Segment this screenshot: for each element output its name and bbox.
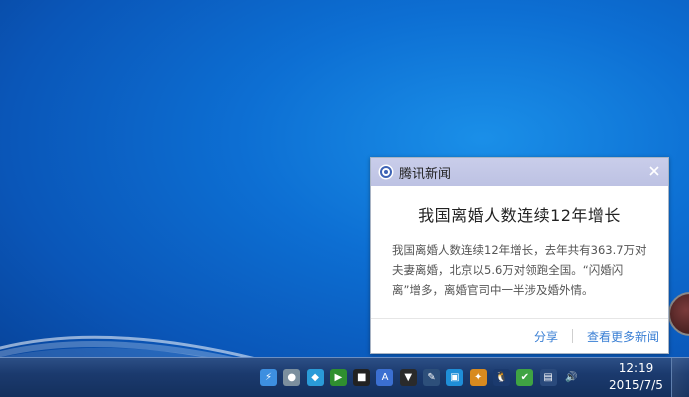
network-drive-icon[interactable]: ▣ [446,369,464,386]
news-notification-popup: 腾讯新闻 我国离婚人数连续12年增长 我国离婚人数连续12年增长，去年共有363… [370,157,669,354]
news-summary[interactable]: 我国离婚人数连续12年增长，去年共有363.7万对夫妻离婚，北京以5.6万对领跑… [392,240,652,300]
popup-footer: 分享 查看更多新闻 [371,318,668,353]
anti-virus-icon[interactable]: A [376,369,394,386]
feather-icon[interactable]: ✎ [423,369,441,386]
taskbar: ⚡ ● ◆ ▶ ■ A ▼ ✎ ▣ ✦ 🐧 ✔ ▤ 🔊 12:19 2015/7… [0,357,689,397]
clock-time: 12:19 [618,361,654,375]
flame-icon[interactable]: ✦ [469,369,487,386]
close-icon [649,166,659,176]
xunlei-icon[interactable]: ⚡ [260,369,277,386]
security-icon[interactable]: ✔ [516,369,534,386]
user-icon[interactable]: ● [283,369,301,386]
popup-header: 腾讯新闻 [371,158,668,186]
app-name: 腾讯新闻 [399,166,452,182]
download-icon[interactable]: ▼ [399,369,417,386]
wallpaper-swoosh [0,335,254,357]
more-news-link[interactable]: 查看更多新闻 [587,328,659,345]
tencent-news-logo-icon [378,164,394,180]
close-button[interactable] [646,163,662,179]
share-link[interactable]: 分享 [534,328,558,345]
news-headline[interactable]: 我国离婚人数连续12年增长 [371,202,668,226]
show-desktop-button[interactable] [671,358,689,397]
volume-icon[interactable]: 🔊 [563,369,580,386]
cpu-icon[interactable]: ■ [353,369,371,386]
system-tray: ⚡ ● ◆ ▶ ■ A ▼ ✎ ▣ ✦ 🐧 ✔ ▤ 🔊 [260,358,586,397]
shield-icon[interactable]: ◆ [306,369,324,386]
qq-penguin-icon[interactable]: 🐧 [492,369,510,386]
network-icon[interactable]: ▤ [539,369,557,386]
footer-divider [571,329,573,343]
clock-date: 2015/7/5 [609,378,663,392]
system-clock[interactable]: 12:19 2015/7/5 [606,360,666,394]
nvidia-icon[interactable]: ▶ [329,369,347,386]
